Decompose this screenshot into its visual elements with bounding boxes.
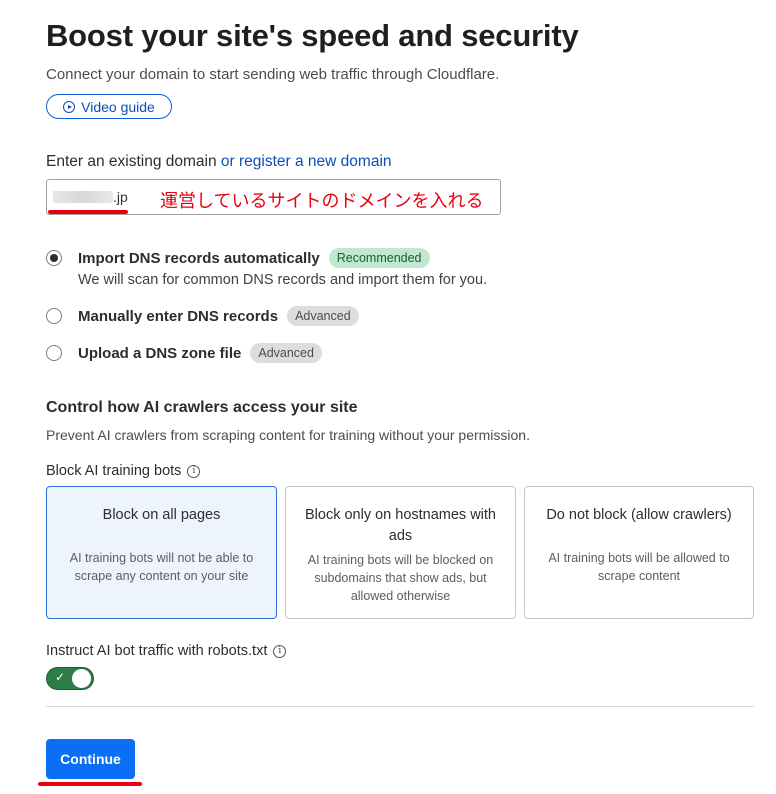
robots-toggle[interactable]: ✓ bbox=[46, 667, 94, 690]
recommended-badge: Recommended bbox=[328, 248, 430, 268]
card-description: AI training bots will not be able to scr… bbox=[69, 551, 254, 583]
radio-import-dns[interactable] bbox=[46, 250, 62, 266]
play-circle-icon bbox=[63, 100, 76, 113]
card-description: AI training bots will be blocked on subd… bbox=[307, 553, 494, 603]
block-ai-label-text: Block AI training bots bbox=[46, 463, 182, 479]
card-title: Block only on hostnames with ads bbox=[304, 507, 496, 544]
option-upload-zone[interactable]: Upload a DNS zone file Advanced bbox=[78, 343, 322, 363]
card-description: AI training bots will be allowed to scra… bbox=[548, 551, 730, 583]
domain-field-label: Enter an existing domain or register a n… bbox=[46, 153, 392, 171]
card-block-all[interactable]: Block on all pages AI training bots will… bbox=[46, 486, 277, 619]
redacted-domain bbox=[53, 191, 113, 203]
card-title: Do not block (allow crawlers) bbox=[546, 507, 732, 523]
annotation-text: 運営しているサイトのドメインを入れる bbox=[160, 191, 484, 211]
card-title: Block on all pages bbox=[102, 507, 221, 523]
block-ai-label: Block AI training bots i bbox=[46, 463, 201, 479]
check-icon: ✓ bbox=[55, 670, 66, 684]
page-title: Boost your site's speed and security bbox=[46, 18, 579, 53]
radio-upload-zone[interactable] bbox=[46, 345, 62, 361]
annotation-underline bbox=[48, 210, 128, 214]
video-guide-label: Video guide bbox=[81, 98, 155, 115]
ai-section-title: Control how AI crawlers access your site bbox=[46, 399, 358, 416]
ai-section-description: Prevent AI crawlers from scraping conten… bbox=[46, 427, 530, 443]
video-guide-button[interactable]: Video guide bbox=[46, 94, 172, 119]
option-import-dns[interactable]: Import DNS records automatically Recomme… bbox=[78, 248, 430, 268]
card-block-ads-hostnames[interactable]: Block only on hostnames with ads AI trai… bbox=[285, 486, 516, 619]
robots-label: Instruct AI bot traffic with robots.txt … bbox=[46, 643, 287, 659]
domain-label-text: Enter an existing domain bbox=[46, 153, 217, 170]
option-manual-dns[interactable]: Manually enter DNS records Advanced bbox=[78, 306, 359, 326]
option-description: We will scan for common DNS records and … bbox=[78, 272, 488, 288]
domain-input-value: .jp bbox=[113, 189, 128, 205]
continue-button[interactable]: Continue bbox=[46, 739, 135, 779]
advanced-badge: Advanced bbox=[287, 306, 359, 326]
divider bbox=[46, 706, 754, 707]
robots-label-text: Instruct AI bot traffic with robots.txt bbox=[46, 643, 268, 659]
register-domain-link[interactable]: or register a new domain bbox=[221, 153, 392, 170]
option-label: Manually enter DNS records bbox=[78, 307, 279, 325]
option-label: Upload a DNS zone file bbox=[78, 344, 242, 362]
info-icon[interactable]: i bbox=[273, 644, 287, 658]
annotation-underline bbox=[38, 782, 142, 786]
radio-manual-dns[interactable] bbox=[46, 308, 62, 324]
option-label: Import DNS records automatically bbox=[78, 249, 320, 267]
card-do-not-block[interactable]: Do not block (allow crawlers) AI trainin… bbox=[524, 486, 754, 619]
info-icon[interactable]: i bbox=[187, 464, 201, 478]
advanced-badge: Advanced bbox=[250, 343, 322, 363]
toggle-knob bbox=[72, 669, 91, 688]
page-subtitle: Connect your domain to start sending web… bbox=[46, 66, 500, 83]
